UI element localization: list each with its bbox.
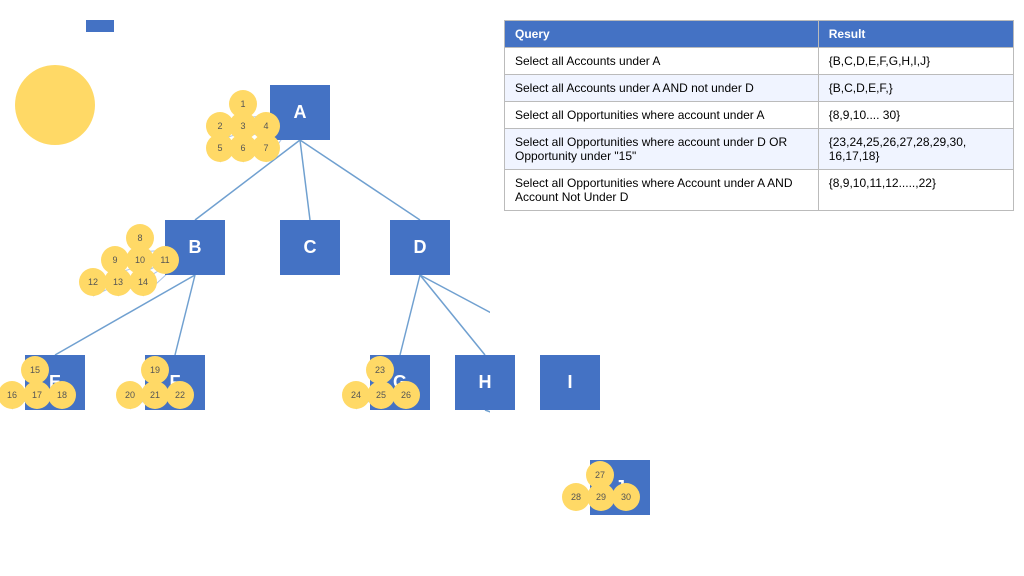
opp-node-7: 7 (252, 134, 280, 162)
result-cell-0: {B,C,D,E,F,G,H,I,J} (818, 48, 1013, 75)
legend-account (86, 20, 114, 32)
opp-node-23: 23 (366, 356, 394, 384)
account-node-I: I (540, 355, 600, 410)
opp-node-14: 14 (129, 268, 157, 296)
result-cell-3: {23,24,25,26,27,28,29,30, 16,17,18} (818, 129, 1013, 170)
opp-node-26: 26 (392, 381, 420, 409)
account-node-H: H (455, 355, 515, 410)
query-table: Query Result Select all Accounts under A… (504, 20, 1014, 211)
opp-node-19: 19 (141, 356, 169, 384)
account-node-D: D (390, 220, 450, 275)
table-row: Select all Opportunities where account u… (505, 129, 1014, 170)
opp-node-22: 22 (166, 381, 194, 409)
account-node-A: A (270, 85, 330, 140)
table-row: Select all Opportunities where Account u… (505, 170, 1014, 211)
col-header-result: Result (818, 21, 1013, 48)
result-cell-2: {8,9,10.... 30} (818, 102, 1013, 129)
table-row: Select all Accounts under A{B,C,D,E,F,G,… (505, 48, 1014, 75)
query-cell-2: Select all Opportunities where account u… (505, 102, 819, 129)
query-table-container: Query Result Select all Accounts under A… (504, 20, 1014, 211)
opp-node-11: 11 (151, 246, 179, 274)
opp-node-20: 20 (116, 381, 144, 409)
opp-node-15: 15 (21, 356, 49, 384)
opp-node-29: 29 (587, 483, 615, 511)
opp-node-21: 21 (141, 381, 169, 409)
opp-node-18: 18 (48, 381, 76, 409)
result-cell-1: {B,C,D,E,F,} (818, 75, 1013, 102)
query-cell-4: Select all Opportunities where Account u… (505, 170, 819, 211)
table-row: Select all Opportunities where account u… (505, 102, 1014, 129)
opp-node-17: 17 (23, 381, 51, 409)
opp-node-28: 28 (562, 483, 590, 511)
opp-node-12: 12 (79, 268, 107, 296)
result-cell-4: {8,9,10,11,12.....,22} (818, 170, 1013, 211)
opp-node-25: 25 (367, 381, 395, 409)
table-row: Select all Accounts under A AND not unde… (505, 75, 1014, 102)
opp-node-24: 24 (342, 381, 370, 409)
legend-opportunity (15, 65, 95, 145)
query-cell-0: Select all Accounts under A (505, 48, 819, 75)
query-cell-3: Select all Opportunities where account u… (505, 129, 819, 170)
opp-node-13: 13 (104, 268, 132, 296)
query-cell-1: Select all Accounts under A AND not unde… (505, 75, 819, 102)
account-node-C: C (280, 220, 340, 275)
opp-node-30: 30 (612, 483, 640, 511)
col-header-query: Query (505, 21, 819, 48)
